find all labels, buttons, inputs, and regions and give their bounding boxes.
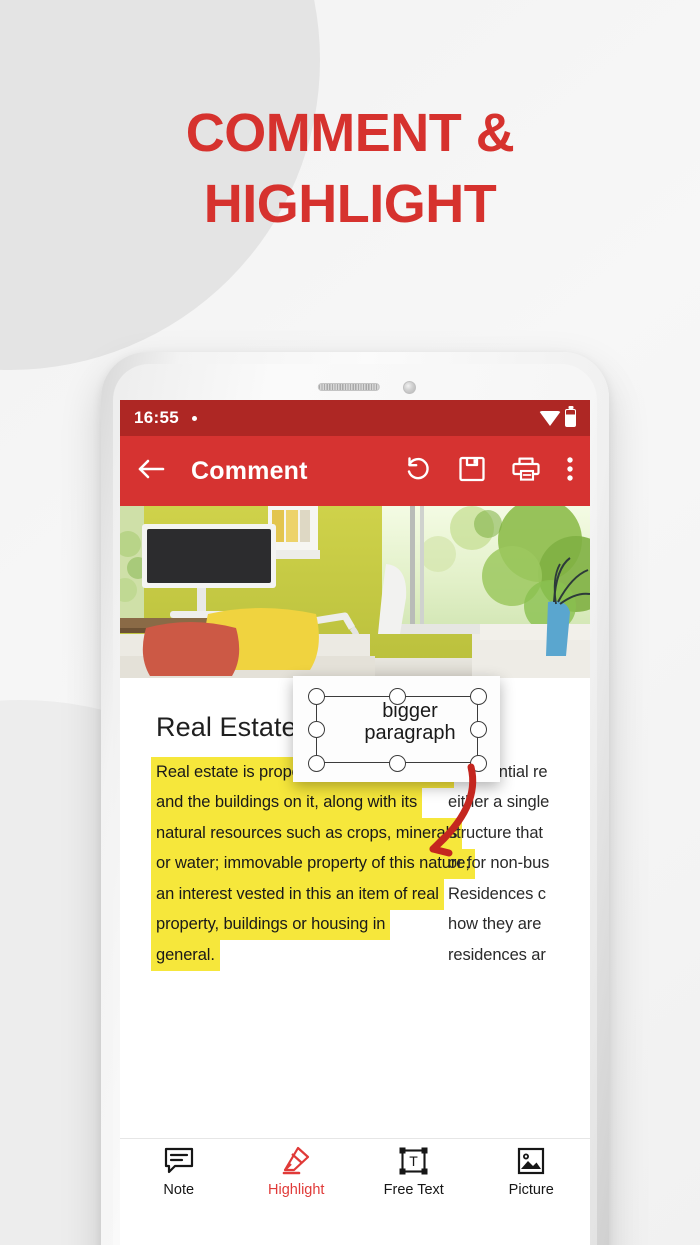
more-vert-icon[interactable]: [566, 455, 574, 488]
resize-handle-bottom-right[interactable]: [470, 755, 487, 772]
free-text-icon: T: [399, 1147, 428, 1175]
document-columns: Real estate is property consisting of la…: [120, 757, 590, 971]
picture-image-icon: [517, 1147, 545, 1175]
toolbar-item-free-text[interactable]: T Free Text: [355, 1147, 473, 1198]
app-bar: Comment: [120, 436, 590, 506]
document-photo: [120, 506, 590, 678]
app-bar-title: Comment: [191, 456, 308, 485]
annotation-text-line-1: bigger: [382, 700, 438, 722]
battery-icon: [565, 409, 576, 427]
save-icon[interactable]: [458, 455, 486, 488]
promo-screenshot: COMMENT & HIGHLIGHT 16:55 Comment bigger…: [0, 0, 700, 1245]
body-line: residences ar: [448, 945, 546, 964]
status-bar: 16:55: [120, 400, 590, 436]
annotation-toolbar: Note Highlight T Free Text Picture: [120, 1138, 590, 1205]
headline-line-2: HIGHLIGHT: [203, 174, 497, 235]
highlighted-line: and the buildings on it, along with its: [151, 787, 423, 818]
right-column: Residential re either a single structure…: [438, 757, 590, 971]
left-column-highlighted[interactable]: Real estate is property consisting of la…: [120, 757, 475, 971]
back-arrow-icon[interactable]: [138, 458, 165, 485]
phone-mockup: 16:55 Comment bigger paragraph Real Esta…: [101, 352, 609, 1245]
annotation-text-line-2: paragraph: [364, 722, 456, 745]
resize-handle-top-left[interactable]: [308, 688, 325, 705]
notification-dot-icon: [191, 415, 197, 421]
resize-handle-middle-left[interactable]: [308, 721, 325, 738]
toolbar-label: Highlight: [268, 1181, 325, 1198]
body-line: or for non-bus: [448, 854, 550, 872]
phone-screen: 16:55 Comment bigger paragraph Real Esta…: [120, 400, 590, 1245]
undo-icon[interactable]: [404, 455, 432, 488]
highlighted-line: general.: [151, 940, 220, 971]
promo-headline: COMMENT & HIGHLIGHT: [0, 98, 700, 241]
highlighted-line: or water; immovable property of this nat…: [151, 848, 475, 879]
body-line: structure that: [448, 823, 543, 842]
status-icons: [539, 409, 576, 427]
body-line: Residences c: [448, 884, 546, 903]
toolbar-label: Free Text: [383, 1181, 444, 1198]
highlighted-line: property, buildings or housing in: [151, 909, 391, 940]
highlighter-pen-icon: [281, 1146, 311, 1175]
body-line: either a single: [448, 793, 550, 811]
toolbar-label: Note: [163, 1181, 195, 1198]
front-camera-icon: [403, 381, 416, 394]
status-time: 16:55: [134, 408, 179, 427]
toolbar-item-note[interactable]: Note: [120, 1147, 238, 1198]
svg-text:T: T: [409, 1153, 418, 1169]
highlighted-line: an interest vested in this an item of re…: [151, 879, 444, 910]
resize-handle-top-right[interactable]: [470, 688, 487, 705]
toolbar-item-highlight[interactable]: Highlight: [238, 1146, 356, 1198]
annotation-callout[interactable]: bigger paragraph: [293, 676, 500, 782]
document-view[interactable]: bigger paragraph Real Estate Real estate…: [120, 506, 590, 1205]
highlighted-line: natural resources such as crops, mineral…: [151, 818, 463, 849]
note-comment-icon: [164, 1147, 194, 1175]
print-icon[interactable]: [512, 455, 540, 488]
resize-handle-bottom-left[interactable]: [308, 755, 325, 772]
app-bar-actions: [404, 455, 574, 488]
resize-handle-bottom-center[interactable]: [389, 755, 406, 772]
toolbar-label: Picture: [508, 1181, 554, 1198]
toolbar-item-picture[interactable]: Picture: [473, 1147, 591, 1198]
headline-line-1: COMMENT &: [185, 103, 515, 163]
body-line: how they are: [448, 915, 542, 933]
resize-handle-top-center[interactable]: [389, 688, 406, 705]
wifi-icon: [539, 410, 561, 426]
annotation-text: bigger paragraph: [327, 700, 487, 745]
speaker-grille-icon: [317, 383, 380, 391]
resize-handle-middle-right[interactable]: [470, 721, 487, 738]
